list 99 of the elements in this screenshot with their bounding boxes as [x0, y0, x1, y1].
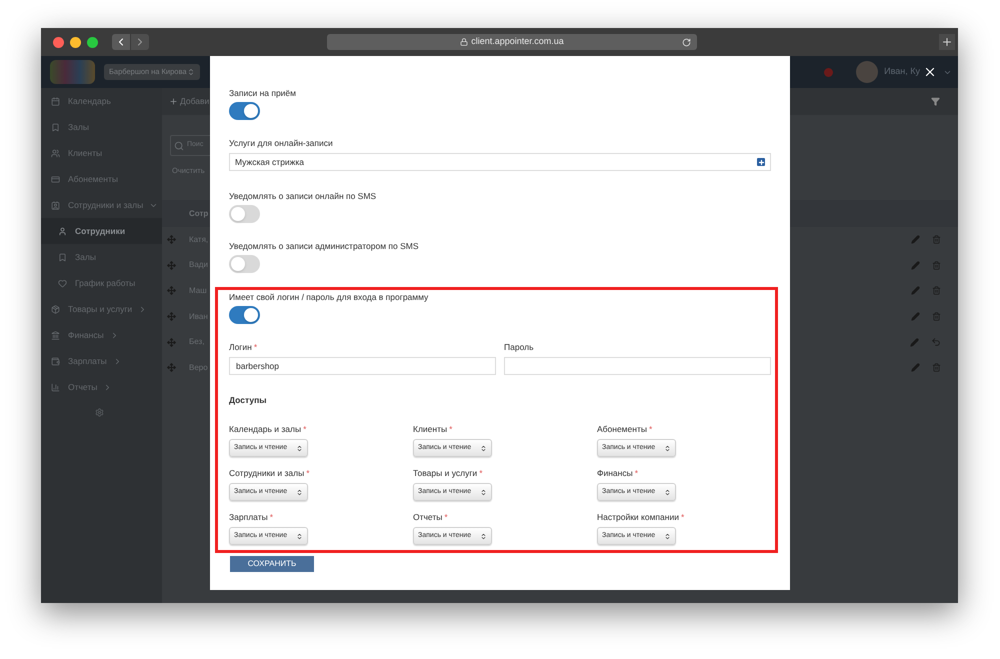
drag-handle-icon[interactable]	[167, 235, 176, 244]
logo-drawing	[50, 60, 95, 84]
field-label: Записи на приём	[229, 87, 298, 99]
menu-item-icon	[51, 330, 60, 340]
plus-icon	[941, 36, 953, 48]
trash-icon[interactable]	[932, 312, 941, 322]
field-label: Отчеты *	[413, 511, 449, 523]
back-button[interactable]	[112, 34, 130, 50]
sidebar-item[interactable]: Сотрудники и залы	[41, 192, 162, 218]
menu-item-icon	[51, 382, 60, 392]
toggle-switch[interactable]	[229, 102, 260, 120]
field-label: Имеет свой логин / пароль для входа в программу	[229, 291, 430, 303]
trash-icon[interactable]	[932, 363, 941, 372]
pencil-icon[interactable]	[911, 260, 920, 270]
trash-icon[interactable]	[932, 235, 941, 244]
sidebar-item[interactable]: Клиенты	[41, 140, 162, 166]
menu-item-icon	[51, 356, 60, 366]
menu-item-icon	[58, 278, 67, 288]
updown-icon	[664, 488, 671, 496]
gear-icon[interactable]	[95, 408, 104, 417]
close-icon[interactable]	[923, 65, 937, 79]
updown-icon	[187, 68, 195, 76]
drag-handle-icon[interactable]	[167, 260, 176, 270]
updown-icon	[296, 488, 303, 496]
updown-icon	[664, 444, 671, 452]
sidebar-item[interactable]: Залы	[41, 114, 162, 140]
add-button[interactable]: Добави	[169, 95, 210, 108]
toggle-switch[interactable]	[229, 205, 260, 223]
url-text: client.appointer.com.ua	[471, 35, 564, 48]
sidebar-item[interactable]: Календарь	[41, 88, 162, 114]
reload-icon[interactable]	[682, 38, 691, 46]
field-label: Абонементы *	[597, 423, 654, 435]
field-label: Финансы *	[597, 467, 639, 479]
field-label: Услуги для онлайн-записи	[229, 137, 334, 149]
updown-icon	[480, 532, 487, 540]
drag-handle-icon[interactable]	[167, 363, 176, 372]
menu-item-icon	[51, 174, 60, 184]
avatar[interactable]	[856, 61, 878, 83]
sidebar-item[interactable]: Товары и услуги	[41, 296, 162, 322]
sidebar-item[interactable]: Зарплаты	[41, 348, 162, 374]
menu-item-icon	[58, 252, 67, 262]
column-header: Сотр	[189, 208, 208, 220]
field-label: Товары и услуги *	[413, 467, 484, 479]
lock-icon	[460, 38, 468, 46]
user-name[interactable]: Иван, Ку	[884, 65, 920, 79]
menu-item-icon	[51, 200, 60, 210]
menu-item-icon	[51, 122, 60, 132]
sidebar-item[interactable]: Залы	[41, 244, 162, 270]
pencil-icon[interactable]	[910, 338, 919, 347]
password-input[interactable]	[504, 357, 771, 375]
minimize-window-button[interactable]	[70, 36, 81, 48]
drag-handle-icon[interactable]	[167, 338, 176, 347]
toggle-switch[interactable]	[229, 255, 260, 273]
menu-item-icon	[51, 304, 60, 314]
pencil-icon[interactable]	[911, 235, 920, 244]
field-label: Уведомлять о записи онлайн по SMS	[229, 190, 378, 202]
sidebar-item[interactable]: График работы	[41, 270, 162, 296]
sidebar-item[interactable]: Сотрудники	[41, 218, 162, 244]
sidebar-item[interactable]: Финансы	[41, 322, 162, 348]
updown-icon	[480, 488, 487, 496]
updown-icon	[296, 532, 303, 540]
drag-handle-icon[interactable]	[167, 312, 176, 322]
menu-item-icon	[51, 96, 60, 106]
field-label: Логин *	[229, 341, 258, 353]
pencil-icon[interactable]	[911, 363, 920, 372]
field-label: Календарь и залы *	[229, 423, 308, 435]
save-button[interactable]: СОХРАНИТЬ	[230, 556, 314, 572]
updown-icon	[296, 444, 303, 452]
login-input[interactable]: barbershop	[229, 357, 496, 375]
forward-button[interactable]	[131, 34, 149, 50]
new-tab-button[interactable]	[939, 34, 955, 50]
plus-icon	[757, 158, 765, 166]
sidebar-item[interactable]: Отчеты	[41, 374, 162, 400]
field-label: Настройки компании *	[597, 511, 686, 523]
address-bar[interactable]: client.appointer.com.ua	[327, 34, 697, 50]
filter-icon[interactable]	[931, 97, 940, 106]
trash-icon[interactable]	[932, 260, 941, 270]
close-window-button[interactable]	[53, 36, 64, 48]
field-label: Доступы	[229, 394, 268, 406]
zoom-window-button[interactable]	[87, 36, 98, 48]
sidebar-item[interactable]: Абонементы	[41, 166, 162, 192]
toggle-switch[interactable]	[229, 306, 260, 324]
select-field[interactable]: Мужская стрижка	[229, 153, 771, 171]
field-label: Сотрудники и залы *	[229, 467, 311, 479]
field-label: Пароль	[504, 341, 534, 353]
pencil-icon[interactable]	[911, 286, 920, 296]
updown-icon	[664, 532, 671, 540]
plus-icon	[169, 97, 178, 106]
field-label: Зарплаты *	[229, 511, 274, 523]
search-icon	[174, 140, 184, 150]
field-label: Клиенты *	[413, 423, 454, 435]
menu-item-icon	[58, 226, 67, 236]
menu-item-icon	[51, 148, 60, 158]
pencil-icon[interactable]	[911, 312, 920, 322]
field-label: Уведомлять о записи администратором по SMS	[229, 240, 420, 252]
updown-icon	[480, 444, 487, 452]
undo-icon[interactable]	[931, 337, 941, 348]
drag-handle-icon[interactable]	[167, 286, 176, 296]
trash-icon[interactable]	[932, 286, 941, 296]
